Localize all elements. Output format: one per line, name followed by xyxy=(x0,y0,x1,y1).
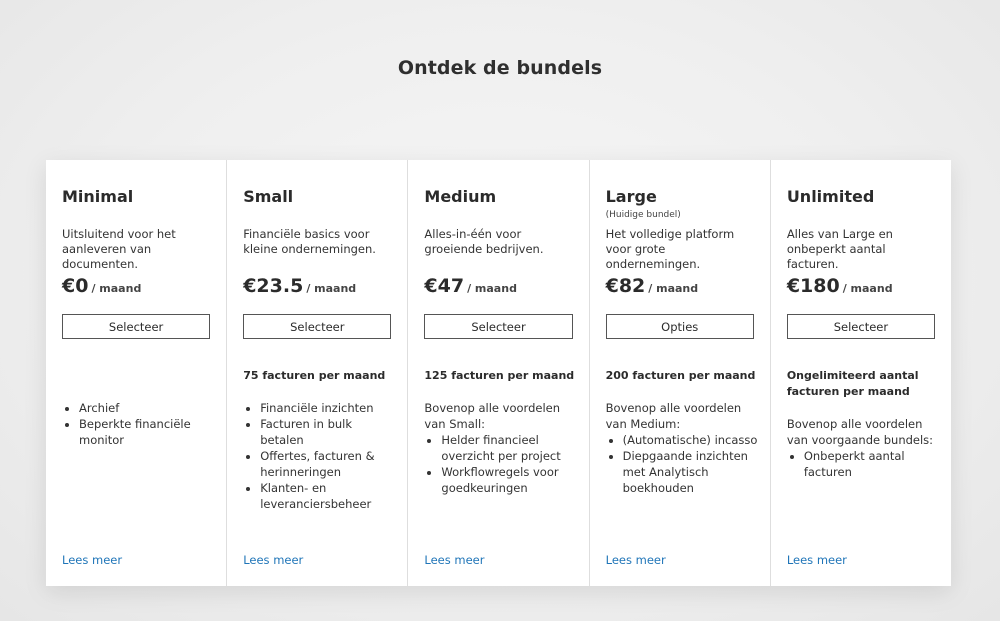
price-unit: / maand xyxy=(467,282,517,295)
options-button-large[interactable]: Opties xyxy=(605,314,754,339)
feature-list: Bovenop alle voordelen van voorgaande bu… xyxy=(787,416,941,480)
current-plan-badge: (Huidige bundel) xyxy=(605,210,681,220)
feature-intro: Bovenop alle voordelen van Medium: xyxy=(605,401,742,431)
plan-name: Unlimited xyxy=(786,187,875,206)
feature-item: Financiële inzichten xyxy=(260,400,397,416)
feature-item: Helder financieel overzicht per project xyxy=(441,432,578,464)
select-button-medium[interactable]: Selecteer xyxy=(424,314,573,339)
plan-name: Minimal xyxy=(62,187,134,206)
feature-item: Facturen in bulk betalen xyxy=(260,416,397,448)
plan-name: Large xyxy=(605,187,657,206)
select-button-small[interactable]: Selecteer xyxy=(243,314,392,339)
feature-item: Archief xyxy=(79,400,216,416)
plan-description: Het volledige platform voor grote ondern… xyxy=(605,227,735,271)
plan-price: €23.5/ maand xyxy=(243,275,356,297)
plan-description: Uitsluitend voor het aanleveren van docu… xyxy=(62,227,176,271)
plan-price: €180/ maand xyxy=(787,275,893,297)
select-button-minimal[interactable]: Selecteer xyxy=(62,314,211,339)
plan-card-medium: Medium Alles-in-één voor groeiende bedri… xyxy=(408,160,590,586)
price-amount: €0 xyxy=(62,275,89,297)
plan-description: Financiële basics voor kleine ondernemin… xyxy=(243,227,376,256)
invoice-quota: 75 facturen per maand xyxy=(243,369,386,382)
read-more-link-unlimited[interactable]: Lees meer xyxy=(787,553,847,567)
read-more-link-minimal[interactable]: Lees meer xyxy=(62,553,122,567)
pricing-cards: Minimal Uitsluitend voor het aanleveren … xyxy=(46,160,951,586)
read-more-link-large[interactable]: Lees meer xyxy=(606,553,666,567)
price-unit: / maand xyxy=(648,282,699,295)
feature-list: Archief Beperkte financiële monitor xyxy=(62,400,216,448)
price-amount: €23.5 xyxy=(243,275,304,297)
feature-intro: Bovenop alle voordelen van voorgaande bu… xyxy=(786,417,934,447)
plan-price: €47/ maand xyxy=(424,275,517,297)
feature-list: Financiële inzichten Facturen in bulk be… xyxy=(243,400,397,512)
plan-card-minimal: Minimal Uitsluitend voor het aanleveren … xyxy=(46,160,228,586)
page-title: Ontdek de bundels xyxy=(397,57,603,79)
price-amount: €47 xyxy=(424,275,465,297)
plan-price: €0/ maand xyxy=(62,275,141,297)
plan-description: Alles-in-één voor groeiende bedrijven. xyxy=(424,227,544,256)
plan-card-small: Small Financiële basics voor kleine onde… xyxy=(227,160,409,586)
feature-item: Onbeperkt aantal facturen xyxy=(804,448,941,480)
price-amount: €180 xyxy=(786,275,840,297)
plan-price: €82/ maand xyxy=(606,275,699,297)
plan-card-large: Large (Huidige bundel) Het volledige pla… xyxy=(590,160,771,586)
read-more-link-small[interactable]: Lees meer xyxy=(243,553,303,567)
feature-item: Diepgaande inzichten met Analytisch boek… xyxy=(623,448,760,496)
feature-item: (Automatische) incasso xyxy=(623,432,760,448)
feature-item: Offertes, facturen & herinneringen xyxy=(260,448,397,480)
price-amount: €82 xyxy=(605,275,646,297)
plan-description: Alles van Large en onbeperkt aantal fact… xyxy=(786,227,893,271)
invoice-quota: 200 facturen per maand xyxy=(605,369,756,382)
feature-item: Klanten- en leveranciersbeheer xyxy=(260,480,397,512)
select-button-unlimited[interactable]: Selecteer xyxy=(786,314,936,339)
feature-list: Bovenop alle voordelen van Small: Helder… xyxy=(424,400,578,496)
price-unit: / maand xyxy=(91,282,142,295)
invoice-quota: 125 facturen per maand xyxy=(424,369,575,382)
feature-list: Bovenop alle voordelen van Medium: (Auto… xyxy=(606,400,760,496)
plan-card-unlimited: Unlimited Alles van Large en onbeperkt a… xyxy=(771,160,951,586)
plan-name: Medium xyxy=(424,187,497,206)
price-unit: / maand xyxy=(842,282,893,295)
read-more-link-medium[interactable]: Lees meer xyxy=(424,553,484,567)
feature-item: Beperkte financiële monitor xyxy=(79,416,216,448)
feature-item: Workflowregels voor goedkeuringen xyxy=(441,464,578,496)
feature-intro: Bovenop alle voordelen van Small: xyxy=(424,401,560,431)
plan-name: Small xyxy=(243,187,294,206)
price-unit: / maand xyxy=(306,282,357,295)
invoice-quota: Ongelimiteerd aantal facturen per maand xyxy=(786,369,919,398)
